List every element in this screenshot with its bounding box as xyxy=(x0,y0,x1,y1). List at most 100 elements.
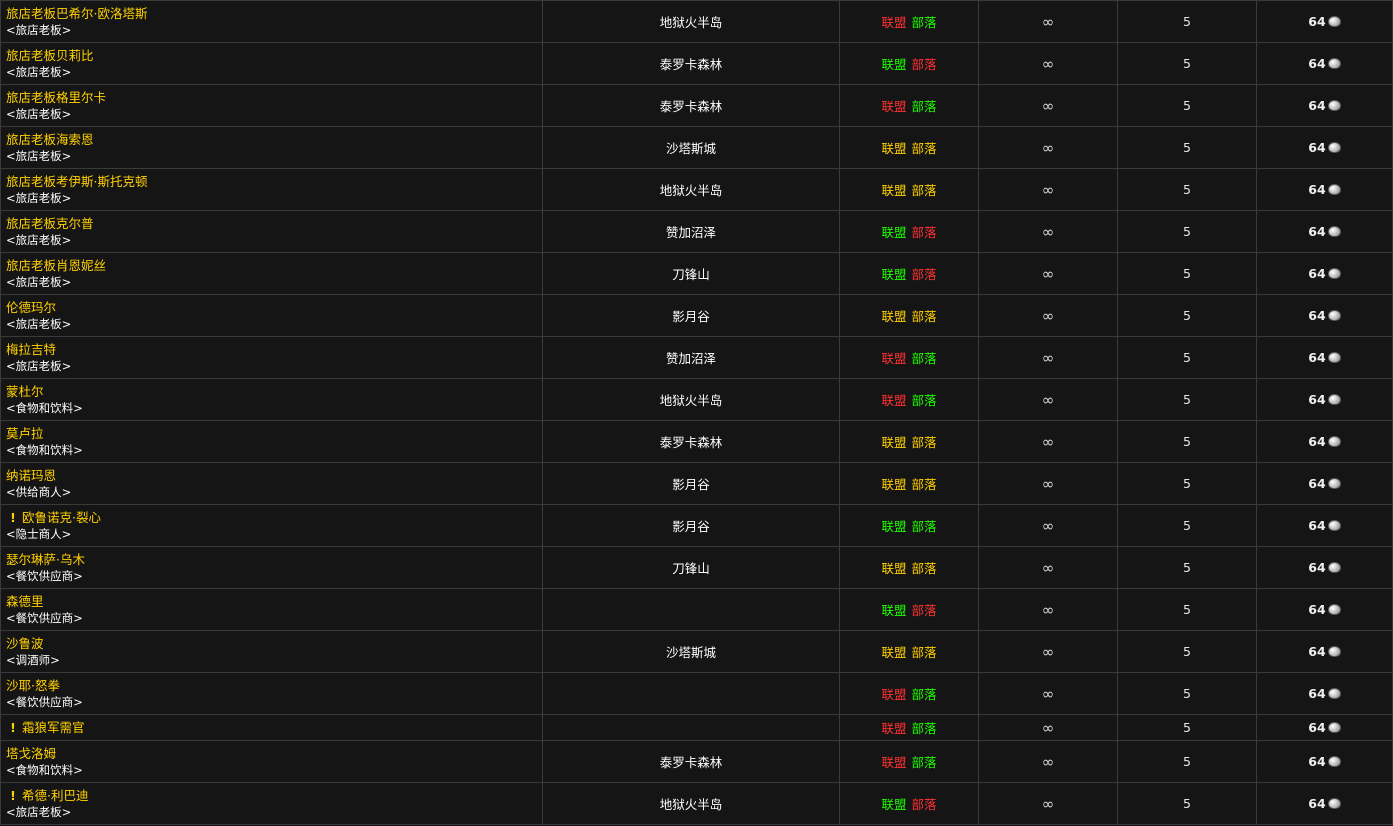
npc-name-link[interactable]: 伦德玛尔 xyxy=(6,300,56,315)
npc-title: <食物和饮料> xyxy=(6,762,83,777)
npc-name-link[interactable]: 纳诺玛恩 xyxy=(6,468,56,483)
level-value: 5 xyxy=(1183,224,1191,239)
npc-cell: 梅拉吉特 <旅店老板> xyxy=(0,336,543,379)
zone-link[interactable]: 地狱火半岛 xyxy=(660,393,723,408)
cost-cell: 64 xyxy=(1256,588,1393,631)
zone-link[interactable]: 赞加沼泽 xyxy=(666,225,716,240)
npc-name-line: 森德里 xyxy=(6,594,542,610)
npc-cell: 旅店老板格里尔卡 <旅店老板> xyxy=(0,84,543,127)
cost-cell: 64 xyxy=(1256,126,1393,169)
silver-coin-icon xyxy=(1327,604,1341,615)
npc-name-link[interactable]: 霜狼军需官 xyxy=(22,720,85,735)
zone-link[interactable]: 地狱火半岛 xyxy=(660,183,723,198)
cost-value: 64 xyxy=(1308,796,1326,811)
stock-cell: ∞ xyxy=(978,126,1118,169)
zone-link[interactable]: 泰罗卡森林 xyxy=(660,57,723,72)
zone-link[interactable]: 地狱火半岛 xyxy=(660,15,723,30)
cost-cell: 64 xyxy=(1256,782,1393,825)
reaction-cell: 联盟 部落 xyxy=(839,336,979,379)
alliance-reaction: 联盟 xyxy=(881,57,907,72)
npc-name-link[interactable]: 森德里 xyxy=(6,594,44,609)
zone-cell: 影月谷 xyxy=(542,504,840,547)
npc-title: <餐饮供应商> xyxy=(6,694,83,709)
stock-value: ∞ xyxy=(1041,684,1055,703)
horde-reaction: 部落 xyxy=(911,477,937,492)
zone-cell xyxy=(542,588,840,631)
npc-name-link[interactable]: 塔戈洛姆 xyxy=(6,746,56,761)
zone-link[interactable]: 泰罗卡森林 xyxy=(660,755,723,770)
npc-name-link[interactable]: 旅店老板考伊斯·斯托克顿 xyxy=(6,174,147,189)
npc-name-link[interactable]: 旅店老板格里尔卡 xyxy=(6,90,106,105)
npc-cell: 瑟尔琳萨·乌木 <餐饮供应商> xyxy=(0,546,543,589)
silver-coin-icon xyxy=(1327,268,1341,279)
zone-cell: 泰罗卡森林 xyxy=(542,420,840,463)
stock-value: ∞ xyxy=(1041,96,1055,115)
zone-link[interactable]: 地狱火半岛 xyxy=(660,797,723,812)
silver-coin-icon xyxy=(1327,100,1341,111)
npc-name-line: 旅店老板格里尔卡 xyxy=(6,90,542,106)
level-cell: 5 xyxy=(1117,168,1257,211)
level-value: 5 xyxy=(1183,56,1191,71)
npc-name-link[interactable]: 旅店老板克尔普 xyxy=(6,216,94,231)
stock-value: ∞ xyxy=(1041,390,1055,409)
npc-name-link[interactable]: 沙鲁波 xyxy=(6,636,44,651)
zone-link[interactable]: 刀锋山 xyxy=(672,561,710,576)
npc-name-link[interactable]: 旅店老板巴希尔·欧洛塔斯 xyxy=(6,6,147,21)
npc-name-link[interactable]: 欧鲁诺克·裂心 xyxy=(22,510,101,525)
reaction-cell: 联盟 部落 xyxy=(839,672,979,715)
zone-link[interactable]: 影月谷 xyxy=(672,477,710,492)
npc-cell: ! 霜狼军需官 xyxy=(0,714,543,741)
npc-name-line: 伦德玛尔 xyxy=(6,300,542,316)
cost-cell: 64 xyxy=(1256,42,1393,85)
npc-name-link[interactable]: 旅店老板海索恩 xyxy=(6,132,94,147)
reaction-cell: 联盟 部落 xyxy=(839,588,979,631)
npc-name-link[interactable]: 希德·利巴迪 xyxy=(22,788,88,803)
alliance-reaction: 联盟 xyxy=(881,797,907,812)
npc-cell: 沙鲁波 <调酒师> xyxy=(0,630,543,673)
zone-cell: 地狱火半岛 xyxy=(542,782,840,825)
npc-name-link[interactable]: 旅店老板贝莉比 xyxy=(6,48,94,63)
npc-title: <旅店老板> xyxy=(6,358,72,373)
npc-name-link[interactable]: 沙耶·怒拳 xyxy=(6,678,60,693)
stock-cell: ∞ xyxy=(978,42,1118,85)
npc-name-line: ! 霜狼军需官 xyxy=(6,720,542,736)
zone-link[interactable]: 影月谷 xyxy=(672,309,710,324)
reaction-cell: 联盟 部落 xyxy=(839,420,979,463)
stock-cell: ∞ xyxy=(978,588,1118,631)
cost-value: 64 xyxy=(1308,98,1326,113)
cost-value: 64 xyxy=(1308,392,1326,407)
horde-reaction: 部落 xyxy=(911,267,937,282)
silver-coin-icon xyxy=(1327,436,1341,447)
level-value: 5 xyxy=(1183,182,1191,197)
cost-value: 64 xyxy=(1308,476,1326,491)
npc-name-link[interactable]: 旅店老板肖恩妮丝 xyxy=(6,258,106,273)
stock-cell: ∞ xyxy=(978,714,1118,741)
table-row: 旅店老板肖恩妮丝 <旅店老板> 刀锋山 联盟 部落 ∞ 5 64 xyxy=(0,252,1393,295)
zone-link[interactable]: 赞加沼泽 xyxy=(666,351,716,366)
zone-link[interactable]: 刀锋山 xyxy=(672,267,710,282)
npc-name-line: 旅店老板贝莉比 xyxy=(6,48,542,64)
level-value: 5 xyxy=(1183,796,1191,811)
cost-value: 64 xyxy=(1308,350,1326,365)
silver-coin-icon xyxy=(1327,562,1341,573)
zone-link[interactable]: 泰罗卡森林 xyxy=(660,435,723,450)
npc-name-line: 沙耶·怒拳 xyxy=(6,678,542,694)
horde-reaction: 部落 xyxy=(911,351,937,366)
npc-name-link[interactable]: 蒙杜尔 xyxy=(6,384,44,399)
stock-cell: ∞ xyxy=(978,672,1118,715)
npc-title: <旅店老板> xyxy=(6,232,72,247)
level-cell: 5 xyxy=(1117,740,1257,783)
table-body: 旅店老板巴希尔·欧洛塔斯 <旅店老板> 地狱火半岛 联盟 部落 ∞ 5 64 旅店老板贝莉比 <旅… xyxy=(0,0,1393,825)
level-value: 5 xyxy=(1183,392,1191,407)
zone-link[interactable]: 沙塔斯城 xyxy=(666,645,716,660)
silver-coin-icon xyxy=(1327,798,1341,809)
zone-link[interactable]: 泰罗卡森林 xyxy=(660,99,723,114)
zone-link[interactable]: 影月谷 xyxy=(672,519,710,534)
npc-name-link[interactable]: 莫卢拉 xyxy=(6,426,44,441)
npc-name-link[interactable]: 梅拉吉特 xyxy=(6,342,56,357)
cost-cell: 64 xyxy=(1256,168,1393,211)
npc-name-link[interactable]: 瑟尔琳萨·乌木 xyxy=(6,552,85,567)
table-row: 梅拉吉特 <旅店老板> 赞加沼泽 联盟 部落 ∞ 5 64 xyxy=(0,336,1393,379)
npc-name-line: 旅店老板肖恩妮丝 xyxy=(6,258,542,274)
zone-link[interactable]: 沙塔斯城 xyxy=(666,141,716,156)
